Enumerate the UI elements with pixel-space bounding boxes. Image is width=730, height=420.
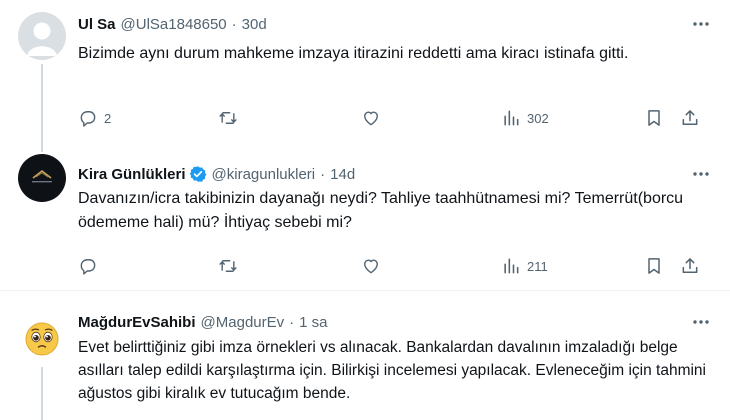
timestamp[interactable]: 30d [242, 16, 267, 33]
reply-count: 2 [104, 110, 112, 126]
user-handle[interactable]: @kiragunlukleri [212, 166, 316, 183]
tweet-text: Evet belirttiğiniz gibi imza örnekleri v… [78, 339, 706, 402]
more-options-icon[interactable] [692, 164, 710, 184]
display-name[interactable]: MağdurEvSahibi [78, 314, 196, 331]
view-count: 302 [527, 110, 549, 126]
display-name[interactable]: Kira Günlükleri [78, 166, 186, 183]
tweet-1[interactable]: Ul Sa @UlSa1848650 · 30d Bizimde aynı du… [0, 0, 730, 152]
separator-dot: · [289, 313, 295, 331]
separator-dot: · [231, 15, 237, 33]
more-options-icon[interactable] [692, 14, 710, 34]
retweet-icon [219, 112, 237, 124]
reply-button[interactable]: 2 [78, 108, 111, 128]
views-button[interactable]: 302 [501, 108, 549, 128]
reply-icon [80, 259, 96, 275]
display-name[interactable]: Ul Sa [78, 16, 116, 33]
tweet-header: MağdurEvSahibi @MagdurEv · 1 sa [78, 312, 710, 332]
like-button[interactable] [361, 256, 387, 276]
share-button[interactable] [680, 256, 700, 276]
user-avatar[interactable] [18, 12, 66, 60]
view-count: 211 [527, 258, 548, 274]
tweet-header: Ul Sa @UlSa1848650 · 30d [78, 14, 710, 34]
action-bar: 2 302 [78, 108, 710, 128]
share-button[interactable] [680, 108, 700, 128]
reply-button[interactable] [78, 256, 104, 276]
tweet-text: Bizimde aynı durum mahkeme imzaya itiraz… [78, 45, 629, 62]
user-avatar[interactable] [18, 315, 66, 363]
retweet-button[interactable] [218, 108, 244, 128]
bookmark-icon [648, 258, 660, 274]
thread-line [41, 367, 43, 420]
verified-badge-icon [189, 166, 206, 182]
like-button[interactable] [361, 108, 387, 128]
tweet-3[interactable]: MağdurEvSahibi @MagdurEv · 1 sa Evet bel… [0, 291, 730, 420]
timestamp[interactable]: 1 sa [299, 314, 327, 331]
retweet-button[interactable] [218, 256, 244, 276]
bookmark-button[interactable] [644, 256, 664, 276]
bookmark-button[interactable] [644, 108, 664, 128]
views-button[interactable]: 211 [501, 256, 548, 276]
action-bar: 211 [78, 256, 710, 276]
reply-icon [80, 111, 96, 127]
heart-icon [364, 259, 378, 274]
thread-line [41, 64, 43, 152]
share-icon [682, 258, 698, 273]
separator-dot: · [320, 165, 326, 183]
analytics-icon [504, 110, 519, 126]
user-handle[interactable]: @MagdurEv [201, 314, 285, 331]
share-icon [682, 110, 698, 125]
tweet-header: Kira Günlükleri @kiragunlukleri · 14d [78, 164, 710, 184]
retweet-icon [219, 260, 237, 272]
tweet-2[interactable]: Kira Günlükleri @kiragunlukleri · 14d Da… [0, 152, 730, 290]
user-avatar[interactable] [18, 154, 66, 202]
tweet-text: Davanızın/icra takibinizin dayanağı neyd… [78, 190, 684, 231]
user-handle[interactable]: @UlSa1848650 [121, 16, 227, 33]
more-options-icon[interactable] [692, 312, 710, 332]
heart-icon [364, 111, 378, 126]
timestamp[interactable]: 14d [330, 166, 355, 183]
bookmark-icon [648, 110, 660, 126]
analytics-icon [504, 258, 519, 274]
